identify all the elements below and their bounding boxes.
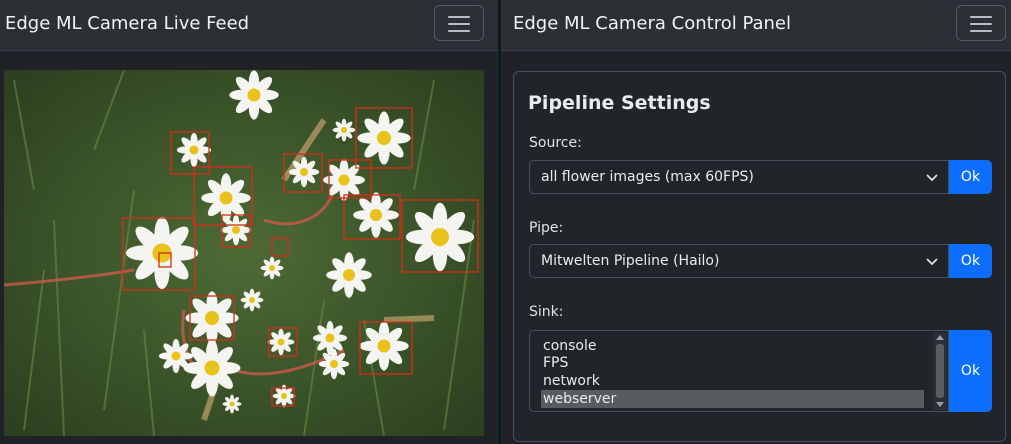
control-panel-navbar: Edge ML Camera Control Panel xyxy=(501,0,1011,51)
chevron-down-icon xyxy=(926,258,938,266)
control-panel-title: Edge ML Camera Control Panel xyxy=(513,13,792,34)
source-ok-button[interactable]: Ok xyxy=(949,160,992,194)
sink-ok-button[interactable]: Ok xyxy=(949,330,992,412)
pipe-ok-button[interactable]: Ok xyxy=(949,244,992,278)
pipe-select[interactable]: Mitwelten Pipeline (Hailo) xyxy=(529,244,949,278)
camera-feed-image xyxy=(4,70,484,436)
scroll-thumb[interactable] xyxy=(936,344,944,398)
scroll-up-arrow-icon[interactable] xyxy=(936,335,944,340)
app-root: Edge ML Camera Live Feed Edge ML Camera … xyxy=(0,0,1011,444)
live-feed-panel: Edge ML Camera Live Feed xyxy=(0,0,497,444)
chevron-down-icon xyxy=(926,174,938,182)
pipeline-settings-card: Pipeline Settings Source: all flower ima… xyxy=(513,71,1006,442)
scroll-down-arrow-icon[interactable] xyxy=(936,402,944,407)
pipeline-settings-heading: Pipeline Settings xyxy=(528,92,711,114)
sink-listbox[interactable]: console FPS network webserver xyxy=(529,330,949,412)
source-selected-value: all flower images (max 60FPS) xyxy=(541,169,754,185)
sink-option-fps[interactable]: FPS xyxy=(541,354,924,372)
sink-option-console[interactable]: console xyxy=(541,337,924,355)
sink-label: Sink: xyxy=(529,304,564,320)
source-label: Source: xyxy=(529,135,582,151)
flower-field-photo xyxy=(4,70,484,436)
hamburger-menu-icon[interactable] xyxy=(956,5,1006,41)
live-feed-navbar: Edge ML Camera Live Feed xyxy=(0,0,497,51)
pipe-selected-value: Mitwelten Pipeline (Hailo) xyxy=(541,253,720,269)
sink-option-network[interactable]: network xyxy=(541,372,924,390)
sink-option-webserver[interactable]: webserver xyxy=(541,390,924,408)
hamburger-menu-icon[interactable] xyxy=(434,5,484,41)
sink-scrollbar[interactable] xyxy=(933,332,947,410)
live-feed-title: Edge ML Camera Live Feed xyxy=(5,13,250,34)
pipe-label: Pipe: xyxy=(529,220,564,236)
control-panel: Edge ML Camera Control Panel Pipeline Se… xyxy=(501,0,1011,444)
source-select[interactable]: all flower images (max 60FPS) xyxy=(529,160,949,194)
